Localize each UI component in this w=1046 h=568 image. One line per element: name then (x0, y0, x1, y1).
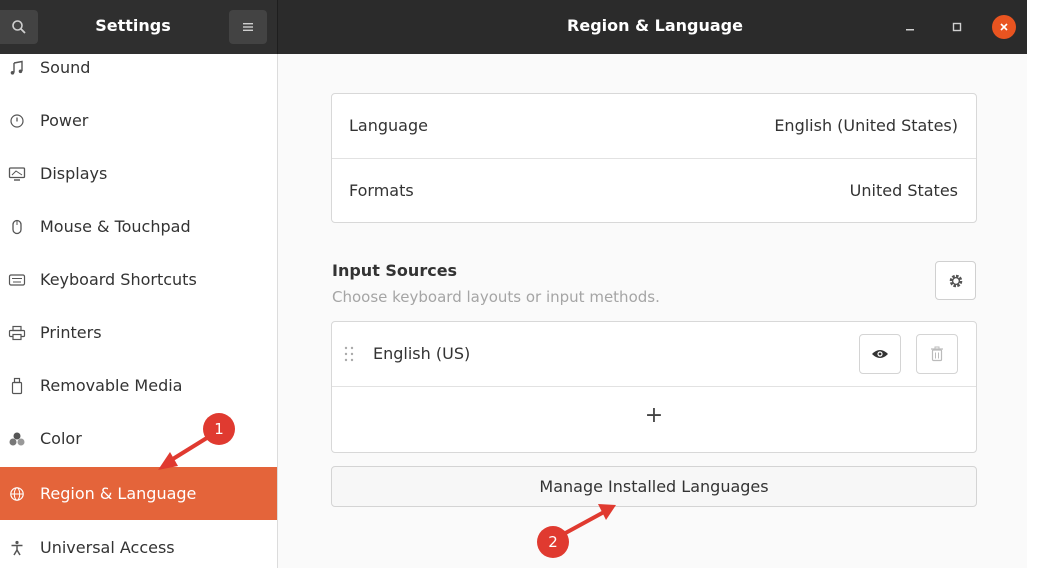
close-button[interactable] (992, 15, 1016, 39)
language-label: Language (349, 116, 428, 135)
mouse-icon (8, 218, 26, 236)
minimize-button[interactable] (898, 15, 922, 39)
image-edge (1027, 0, 1046, 568)
sidebar-item-label: Displays (40, 164, 108, 183)
sidebar-item-label: Universal Access (40, 538, 175, 557)
add-input-source-button[interactable]: + (332, 387, 976, 452)
menu-button[interactable] (229, 10, 267, 44)
sidebar-item-label: Keyboard Shortcuts (40, 270, 197, 289)
gear-icon (949, 274, 962, 287)
add-icon: + (644, 403, 664, 428)
input-source-name: English (US) (373, 344, 471, 363)
sidebar-item-color[interactable]: Color (0, 412, 277, 465)
input-sources-subtitle: Choose keyboard layouts or input methods… (332, 288, 660, 306)
drag-handle-icon[interactable] (343, 345, 355, 363)
sidebar-item-label: Printers (40, 323, 102, 342)
minimize-icon (906, 29, 914, 31)
manage-installed-languages-button[interactable]: Manage Installed Languages (331, 466, 977, 507)
maximize-button[interactable] (945, 15, 969, 39)
sidebar-item-label: Power (40, 111, 89, 130)
input-sources-options-button[interactable] (935, 261, 976, 300)
search-button[interactable] (0, 10, 38, 44)
formats-label: Formats (349, 181, 414, 200)
sidebar-item-keyboard-shortcuts[interactable]: Keyboard Shortcuts (0, 253, 277, 306)
formats-row[interactable]: Formats United States (332, 159, 976, 222)
sidebar-item-label: Sound (40, 58, 91, 77)
display-icon (8, 165, 26, 183)
formats-value: United States (849, 181, 958, 200)
sidebar-item-label: Color (40, 429, 82, 448)
removable-media-icon (8, 377, 26, 395)
annotation-badge-2: 2 (537, 526, 569, 558)
sidebar-item-universal-access[interactable]: Universal Access (0, 521, 277, 568)
sidebar-item-printers[interactable]: Printers (0, 306, 277, 359)
language-row[interactable]: Language English (United States) (332, 94, 976, 158)
sidebar-item-sound[interactable]: Sound (0, 41, 277, 94)
annotation-badge-1: 1 (203, 413, 235, 445)
power-icon (8, 112, 26, 130)
maximize-icon (952, 22, 962, 32)
globe-icon (8, 485, 26, 503)
input-sources-title: Input Sources (332, 261, 458, 280)
sidebar-item-mouse-touchpad[interactable]: Mouse & Touchpad (0, 200, 277, 253)
sidebar-item-label: Region & Language (40, 484, 197, 503)
printer-icon (8, 324, 26, 342)
color-icon (8, 430, 26, 448)
trash-icon (931, 346, 943, 362)
keyboard-icon (8, 271, 26, 289)
eye-icon (872, 350, 888, 358)
app-title: Settings (95, 16, 171, 35)
search-icon (12, 20, 26, 34)
sidebar-item-label: Mouse & Touchpad (40, 217, 191, 236)
show-keyboard-layout-button[interactable] (859, 334, 901, 374)
sidebar-item-label: Removable Media (40, 376, 183, 395)
sidebar-item-region-language[interactable]: Region & Language (0, 467, 277, 520)
panel-title: Region & Language (567, 16, 743, 35)
remove-input-source-button[interactable] (916, 334, 958, 374)
accessibility-icon (8, 539, 26, 557)
hamburger-icon (243, 23, 253, 31)
sidebar-item-removable-media[interactable]: Removable Media (0, 359, 277, 412)
sidebar: Sound Power Displays Mouse & Touchpad Ke… (0, 54, 278, 568)
close-icon (1000, 23, 1008, 31)
music-note-icon (8, 59, 26, 77)
sidebar-item-displays[interactable]: Displays (0, 147, 277, 200)
settings-window: Settings Region & Language Sound Power D… (0, 0, 1027, 568)
sidebar-item-power[interactable]: Power (0, 94, 277, 147)
language-value: English (United States) (774, 116, 958, 135)
